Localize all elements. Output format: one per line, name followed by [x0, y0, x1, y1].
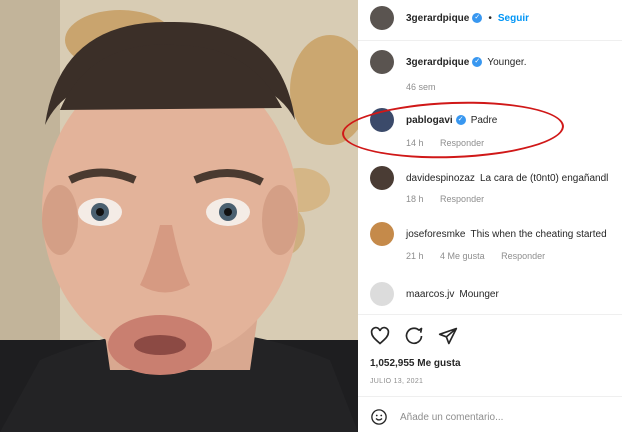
- comment-meta: 21 h 4 Me gusta Responder: [406, 251, 559, 261]
- comment-time: 18 h: [406, 194, 424, 204]
- comment-username[interactable]: maarcos.jv: [406, 289, 454, 300]
- verified-icon: ✓: [472, 57, 483, 67]
- comment-text: This when the cheating started: [470, 228, 607, 240]
- commenter-avatar[interactable]: [370, 166, 394, 190]
- separator-dot: •: [488, 12, 492, 24]
- comment-text: La cara de (t0nt0) engañandl: [479, 172, 609, 184]
- action-bar: [370, 326, 458, 346]
- follow-button[interactable]: Seguir: [498, 13, 529, 24]
- emoji-icon[interactable]: [370, 408, 388, 426]
- share-icon[interactable]: [438, 326, 458, 346]
- comment-item: davidespinozaz La cara de (t0nt0) engaña…: [370, 166, 622, 190]
- add-comment-input[interactable]: Añade un comentario...: [400, 412, 503, 423]
- comment-username[interactable]: davidespinozaz: [406, 173, 475, 184]
- add-comment-divider: [358, 396, 622, 397]
- heart-icon[interactable]: [370, 326, 390, 346]
- comment-meta: 18 h Responder: [406, 194, 498, 204]
- author-username[interactable]: 3gerardpique: [406, 13, 469, 24]
- post-photo[interactable]: [0, 0, 358, 432]
- likes-count[interactable]: 1,052,955 Me gusta: [370, 358, 461, 369]
- caption-text: Younger.: [487, 56, 527, 68]
- comment-item: maarcos.jv Mounger: [370, 282, 622, 306]
- caption-username[interactable]: 3gerardpique: [406, 57, 469, 68]
- selfie-image: [0, 0, 358, 432]
- post-date: JULIO 13, 2021: [370, 378, 424, 385]
- comment-item: joseforesmke This when the cheating star…: [370, 222, 622, 246]
- reply-button[interactable]: Responder: [440, 194, 484, 204]
- commenter-avatar[interactable]: [370, 282, 394, 306]
- verified-icon: ✓: [472, 13, 483, 23]
- comment-text: Mounger: [459, 288, 499, 300]
- comment-icon[interactable]: [404, 326, 424, 346]
- add-comment-bar: Añade un comentario...: [370, 408, 503, 426]
- comment-username[interactable]: joseforesmke: [406, 229, 465, 240]
- comments-panel: 3gerardpique ✓ • Seguir 3gerardpique ✓ Y…: [358, 0, 622, 432]
- actions-divider: [358, 314, 622, 315]
- commenter-avatar[interactable]: [370, 222, 394, 246]
- caption: 3gerardpique ✓ Younger.: [370, 50, 622, 74]
- comment-likes[interactable]: 4 Me gusta: [440, 251, 485, 261]
- author-avatar[interactable]: [370, 6, 394, 30]
- comment-time: 21 h: [406, 251, 424, 261]
- caption-time: 46 sem: [406, 82, 436, 92]
- caption-avatar[interactable]: [370, 50, 394, 74]
- reply-button[interactable]: Responder: [501, 251, 545, 261]
- caption-meta: 46 sem: [406, 82, 450, 92]
- post-header: 3gerardpique ✓ • Seguir: [370, 6, 622, 30]
- header-divider: [358, 40, 622, 41]
